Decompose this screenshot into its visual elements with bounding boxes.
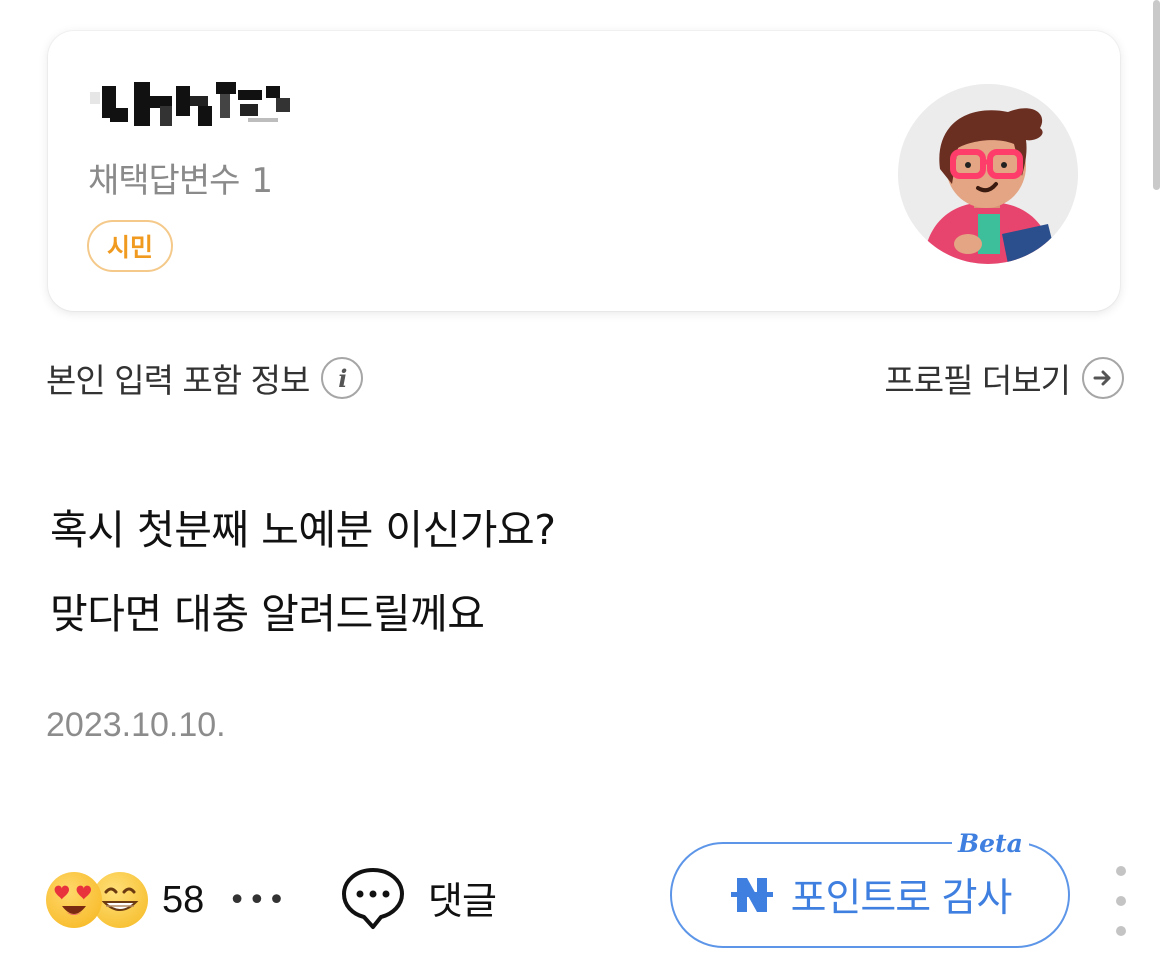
reaction-count: 58	[162, 878, 205, 921]
info-row: 본인 입력 포함 정보 i 프로필 더보기	[46, 348, 1124, 406]
answer-line: 혹시 첫분째 노예분 이신가요?	[50, 506, 556, 554]
heart-eyes-emoji	[46, 872, 102, 928]
self-input-info-label: 본인 입력 포함 정보	[46, 361, 310, 400]
avatar-illustration	[898, 84, 1078, 264]
answer-body: 혹시 첫분째 노예분 이신가요? 맞다면 대충 알려드릴께요	[50, 488, 556, 656]
profile-more-label: 프로필 더보기	[884, 361, 1071, 400]
dot	[1116, 926, 1126, 936]
thanks-label: 포인트로 감사	[790, 876, 1013, 921]
profile-more-link[interactable]: 프로필 더보기	[884, 354, 1124, 402]
grade-badge: 시민	[87, 220, 173, 272]
heart-eyes-face	[54, 885, 91, 915]
beta-tag: Beta	[952, 829, 1029, 858]
arrow-right-circle-icon[interactable]	[1082, 357, 1124, 399]
info-icon[interactable]: i	[321, 357, 364, 399]
self-input-info[interactable]: 본인 입력 포함 정보 i	[46, 354, 364, 402]
adopted-answer-count: 채택답변수 1	[88, 153, 273, 202]
dot	[1116, 896, 1126, 906]
answer-count-value: 1	[251, 161, 273, 201]
speech-bubble-icon	[342, 868, 404, 929]
scrollbar[interactable]	[1153, 0, 1160, 190]
vertical-dots-icon[interactable]	[1108, 866, 1134, 936]
dot	[1116, 866, 1126, 876]
more-reactions-icon[interactable]: •••	[228, 883, 287, 918]
reaction-summary[interactable]: 58 •••	[46, 868, 287, 932]
answer-date: 2023.10.10.	[46, 706, 226, 744]
arrow-right-glyph	[1093, 370, 1111, 386]
comment-button[interactable]: 댓글	[340, 862, 497, 932]
comment-label: 댓글	[428, 878, 497, 923]
avatar[interactable]	[898, 84, 1078, 264]
answer-count-label: 채택답변수	[88, 161, 240, 201]
answer-line: 맞다면 대충 알려드릴께요	[50, 590, 485, 638]
redacted-username	[90, 82, 290, 126]
naver-n-icon	[730, 878, 773, 912]
